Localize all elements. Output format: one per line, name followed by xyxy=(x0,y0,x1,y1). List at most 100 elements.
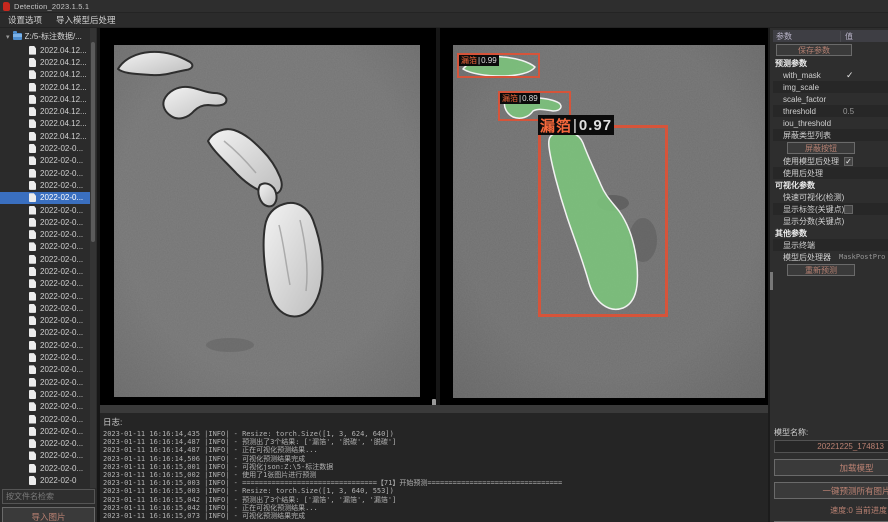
tree-item[interactable]: 2022-02-0... xyxy=(0,302,90,314)
param-button-保存参数[interactable]: 保存参数 xyxy=(776,44,852,56)
folder-icon xyxy=(13,33,22,40)
param-row[interactable]: threshold0.5 xyxy=(773,105,888,117)
log-line: 2023-01-11 16:16:15,073 |INFO| - 可视化预测结果… xyxy=(103,512,768,520)
tree-item[interactable]: 2022.04.12... xyxy=(0,56,90,68)
tree-item[interactable]: 2022-02-0... xyxy=(0,192,90,204)
sidebar-scrollbar-thumb[interactable] xyxy=(91,42,95,242)
predict-all-button[interactable]: 一键预测所有图片 xyxy=(774,482,888,499)
tree-item[interactable]: 2022.04.12... xyxy=(0,130,90,142)
param-row[interactable]: 显示分数(关键点) xyxy=(773,215,888,227)
tree-root-folder[interactable]: ▾ Z:/5-标注数据/... xyxy=(0,30,97,43)
param-row[interactable]: 快速可视化(检测) xyxy=(773,191,888,203)
tree-item[interactable]: 2022-02-0... xyxy=(0,204,90,216)
tree-item[interactable]: 2022.04.12... xyxy=(0,118,90,130)
tree-item[interactable]: 2022-02-0... xyxy=(0,450,90,462)
tree-item-label: 2022-02-0... xyxy=(40,316,83,325)
tree-item[interactable]: 2022-02-0... xyxy=(0,278,90,290)
param-row[interactable]: 使用后处理 xyxy=(773,167,888,179)
tree-item[interactable]: 2022.04.12... xyxy=(0,69,90,81)
file-icon xyxy=(29,279,36,288)
param-row[interactable]: img_scale xyxy=(773,81,888,93)
param-button-屏蔽按钮[interactable]: 屏蔽按钮 xyxy=(787,142,855,154)
param-row[interactable]: 显示终端 xyxy=(773,239,888,251)
tree-item[interactable]: 2022-02-0... xyxy=(0,241,90,253)
file-icon xyxy=(29,365,36,374)
tree-item[interactable]: 2022-02-0... xyxy=(0,290,90,302)
tree-item[interactable]: 2022-02-0... xyxy=(0,315,90,327)
import-images-button[interactable]: 导入图片 xyxy=(2,507,95,522)
original-image xyxy=(114,45,420,397)
file-icon xyxy=(29,181,36,190)
menu-settings[interactable]: 设置选项 xyxy=(8,14,42,26)
param-label: threshold xyxy=(773,107,816,116)
param-button-重新预测[interactable]: 重新预测 xyxy=(787,264,855,276)
tree-item[interactable]: 2022-02-0... xyxy=(0,364,90,376)
splitter-bar[interactable] xyxy=(100,405,768,413)
file-icon xyxy=(29,353,36,362)
file-list: 2022.04.12...2022.04.12...2022.04.12...2… xyxy=(0,44,90,488)
tree-item[interactable]: 2022-02-0... xyxy=(0,388,90,400)
tree-item[interactable]: 2022-02-0... xyxy=(0,228,90,240)
model-name-field[interactable]: 20221225_174813 xyxy=(774,440,888,453)
file-icon xyxy=(29,378,36,387)
file-icon xyxy=(29,46,36,55)
param-row[interactable]: scale_factor xyxy=(773,93,888,105)
tree-item[interactable]: 2022-02-0... xyxy=(0,253,90,265)
tree-item[interactable]: 2022-02-0... xyxy=(0,462,90,474)
param-row[interactable]: 屏蔽类型列表 xyxy=(773,129,888,141)
checkbox[interactable]: ✓ xyxy=(844,157,853,166)
tree-item[interactable]: 2022-02-0... xyxy=(0,425,90,437)
tree-item[interactable]: 2022-02-0... xyxy=(0,155,90,167)
param-row[interactable]: iou_threshold xyxy=(773,117,888,129)
param-row[interactable]: with_mask ✓ xyxy=(773,69,888,81)
tree-item-label: 2022-02-0... xyxy=(40,255,83,264)
load-model-button[interactable]: 加载模型 xyxy=(774,459,888,476)
tree-item[interactable]: 2022-02-0... xyxy=(0,339,90,351)
tree-item[interactable]: 2022.04.12... xyxy=(0,93,90,105)
tree-item[interactable]: 2022-02-0... xyxy=(0,265,90,277)
param-label: 使用模型后处理 xyxy=(773,156,839,167)
file-icon xyxy=(29,255,36,264)
tree-item[interactable]: 2022-02-0... xyxy=(0,351,90,363)
param-row: 可视化参数 xyxy=(773,179,888,191)
param-row[interactable]: 显示标签(关键点) xyxy=(773,203,888,215)
tree-item[interactable]: 2022-02-0 xyxy=(0,474,90,486)
tree-item[interactable]: 2022-02-0... xyxy=(0,438,90,450)
param-label: with_mask xyxy=(773,71,821,80)
file-icon xyxy=(29,328,36,337)
tree-item[interactable]: 2022.04.12... xyxy=(0,81,90,93)
tree-item[interactable]: 2022-02-0... xyxy=(0,142,90,154)
menu-import-postprocess[interactable]: 导入模型后处理 xyxy=(56,14,116,26)
param-row[interactable]: 模型后处理器MaskPostPro xyxy=(773,251,888,263)
tree-item[interactable]: 2022-02-0... xyxy=(0,179,90,191)
checkbox[interactable] xyxy=(844,205,853,214)
file-icon xyxy=(29,70,36,79)
log-line: 2023-01-11 16:16:15,003 |INFO| - =======… xyxy=(103,479,768,487)
sidebar-scrollbar[interactable] xyxy=(90,28,96,488)
filename-search-input[interactable] xyxy=(2,489,95,504)
chevron-down-icon[interactable]: ▾ xyxy=(6,33,10,41)
tree-item[interactable]: 2022-02-0... xyxy=(0,413,90,425)
file-icon xyxy=(29,144,36,153)
prediction-image-panel: 漏箔|0.99漏箔|0.89漏箔|0.97 xyxy=(440,28,768,405)
tree-item[interactable]: 2022.04.12... xyxy=(0,105,90,117)
tree-item-label: 2022.04.12... xyxy=(40,132,87,141)
tree-item[interactable]: 2022-02-0... xyxy=(0,216,90,228)
tree-item[interactable]: 2022.04.12... xyxy=(0,44,90,56)
file-icon xyxy=(29,267,36,276)
checkmark-icon[interactable]: ✓ xyxy=(846,70,854,81)
file-icon xyxy=(29,95,36,104)
file-icon xyxy=(29,451,36,460)
tree-item[interactable]: 2022-02-0... xyxy=(0,376,90,388)
tree-item-label: 2022-02-0... xyxy=(40,193,83,202)
file-icon xyxy=(29,242,36,251)
tree-item[interactable]: 2022-02-0... xyxy=(0,167,90,179)
file-icon xyxy=(29,341,36,350)
param-row: 其他参数 xyxy=(773,227,888,239)
param-row[interactable]: 使用模型后处理 ✓ xyxy=(773,155,888,167)
tree-item-label: 2022-02-0... xyxy=(40,415,83,424)
file-icon xyxy=(29,132,36,141)
tree-item[interactable]: 2022-02-0... xyxy=(0,327,90,339)
tree-item[interactable]: 2022-02-0... xyxy=(0,401,90,413)
value-column-header: 值 xyxy=(840,31,853,42)
